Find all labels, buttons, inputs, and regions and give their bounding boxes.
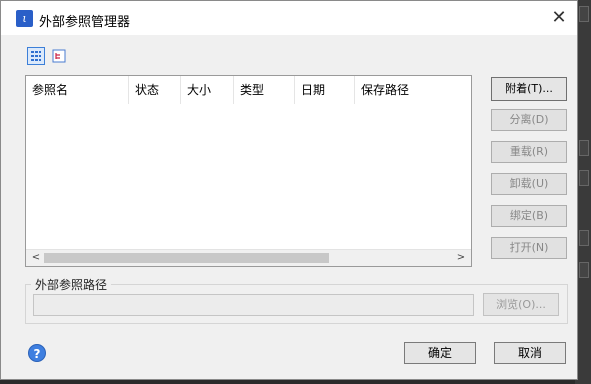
background-icon: [579, 230, 589, 246]
background-icon: [579, 140, 589, 156]
column-header-name[interactable]: 参照名: [26, 76, 129, 104]
unload-button[interactable]: 卸载(U): [491, 173, 567, 195]
attach-button[interactable]: 附着(T)...: [491, 77, 567, 101]
list-view-icon[interactable]: [27, 47, 45, 65]
column-header-saved-path[interactable]: 保存路径: [355, 76, 471, 104]
column-header-date[interactable]: 日期: [295, 76, 355, 104]
title-bar: ι 外部参照管理器 ✕: [1, 1, 577, 35]
reload-button[interactable]: 重载(R): [491, 141, 567, 163]
background-icon: [579, 6, 589, 22]
background-icon: [579, 170, 589, 186]
cancel-button[interactable]: 取消: [494, 342, 566, 364]
scroll-left-icon[interactable]: <: [28, 250, 44, 266]
xref-path-label: 外部参照路径: [31, 276, 112, 293]
ok-button[interactable]: 确定: [404, 342, 476, 364]
xref-manager-dialog: ι 外部参照管理器 ✕ 参照名 状态 大小 类型 日期 保存路径 < > 附着(…: [0, 0, 578, 380]
xref-app-icon: ι: [16, 10, 33, 27]
dialog-title: 外部参照管理器: [39, 15, 131, 30]
open-button[interactable]: 打开(N): [491, 237, 567, 259]
bind-button[interactable]: 绑定(B): [491, 205, 567, 227]
background-icon: [579, 262, 589, 278]
help-icon[interactable]: ?: [28, 344, 46, 362]
horizontal-scrollbar[interactable]: < >: [26, 249, 471, 266]
close-icon[interactable]: ✕: [547, 6, 571, 30]
browse-button[interactable]: 浏览(O)...: [483, 293, 559, 316]
table-header: 参照名 状态 大小 类型 日期 保存路径: [26, 76, 471, 104]
xref-path-field[interactable]: [33, 294, 474, 316]
column-header-type[interactable]: 类型: [234, 76, 295, 104]
scrollbar-thumb[interactable]: [44, 253, 329, 263]
column-header-size[interactable]: 大小: [181, 76, 234, 104]
detach-button[interactable]: 分离(D): [491, 109, 567, 131]
tree-view-icon[interactable]: [50, 47, 68, 65]
xref-table[interactable]: 参照名 状态 大小 类型 日期 保存路径 < >: [25, 75, 472, 267]
column-header-status[interactable]: 状态: [129, 76, 181, 104]
scroll-right-icon[interactable]: >: [453, 250, 469, 266]
